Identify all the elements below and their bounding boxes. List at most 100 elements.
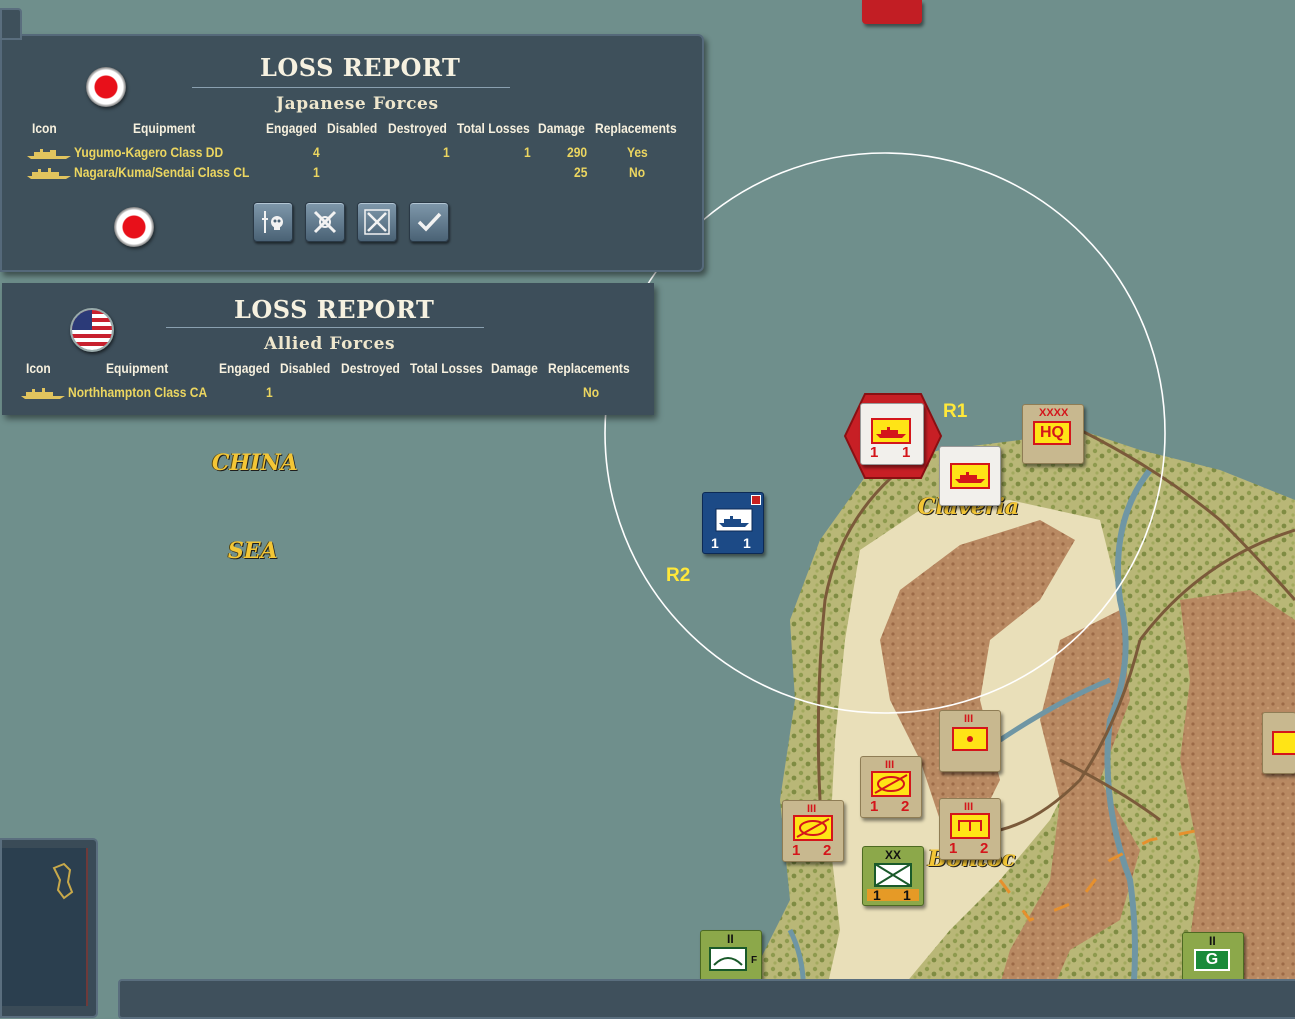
map-label-sea: SEA	[228, 538, 278, 564]
minimap-island-icon	[52, 862, 74, 900]
col-header-destroyed: Destroyed	[341, 360, 400, 376]
crossed-weapons-icon	[364, 209, 390, 235]
unit-size-marker: III	[964, 713, 974, 725]
unit-strength-right: 2	[980, 840, 989, 857]
col-header-equipment: Equipment	[106, 360, 169, 376]
japanese-loss-report-panel: LOSS REPORT Japanese Forces Icon Equipme…	[0, 34, 704, 272]
allied-naval-unit-counter[interactable]: 1 1	[702, 492, 764, 554]
japanese-regiment-counter[interactable]: III 1 2	[860, 756, 922, 818]
unit-strength-left: 1	[870, 444, 879, 461]
table-cell-replacements: No	[629, 164, 646, 180]
unit-size-marker: III	[807, 803, 817, 815]
unit-strength-right: 1	[902, 444, 911, 461]
col-header-total-losses: Total Losses	[410, 360, 483, 376]
table-cell-destroyed: 1	[443, 144, 450, 160]
warship-icon	[871, 418, 911, 444]
unit-strength-left: 1	[711, 535, 719, 551]
unit-size-marker: XXXX	[1039, 407, 1069, 419]
range-label-r2: R2	[666, 565, 691, 586]
skull-sword-icon	[262, 211, 283, 233]
japanese-naval-unit-counter[interactable]: 1 1	[860, 403, 924, 465]
unit-size-marker: III	[885, 759, 895, 771]
artillery-icon	[709, 947, 747, 971]
table-cell-equipment: Yugumo-Kagero Class DD	[74, 144, 224, 160]
title-divider	[192, 87, 510, 88]
unit-type-icon: G	[1194, 949, 1230, 971]
allied-loss-report-panel: LOSS REPORT Allied Forces Icon Equipment…	[2, 283, 654, 415]
col-header-damage: Damage	[491, 360, 538, 376]
table-cell-equipment: Nagara/Kuma/Sendai Class CL	[74, 164, 250, 180]
range-label-r1: R1	[943, 401, 968, 422]
enemy-unit-counter-top[interactable]	[862, 0, 922, 24]
col-header-icon: Icon	[32, 120, 57, 136]
window-edge-fragment	[0, 8, 22, 40]
unit-strength-left: 1	[870, 798, 879, 815]
table-cell-replacements: No	[583, 384, 600, 400]
table-cell-engaged: 4	[313, 144, 320, 160]
destroyer-ship-icon	[27, 149, 71, 159]
table-cell-damage: 25	[574, 164, 588, 180]
armor-icon	[871, 771, 911, 797]
infantry-icon	[874, 863, 912, 887]
table-cell-damage: 290	[567, 144, 588, 160]
map-label-china: CHINA	[212, 450, 298, 476]
col-header-damage: Damage	[538, 120, 585, 136]
japanese-regiment-counter[interactable]: III 1 2	[939, 798, 1001, 860]
unit-strength-left: 1	[873, 887, 881, 903]
hq-unit-counter[interactable]: XXXX HQ	[1022, 404, 1084, 464]
infantry-icon	[1272, 731, 1295, 755]
minimap-view[interactable]	[2, 848, 88, 1006]
col-header-disabled: Disabled	[280, 360, 331, 376]
col-header-total-losses: Total Losses	[457, 120, 530, 136]
crossed-swords-button[interactable]	[305, 202, 345, 242]
col-header-icon: Icon	[26, 360, 51, 376]
allied-battalion-counter[interactable]: II F	[700, 930, 762, 982]
table-cell-replacements: Yes	[627, 144, 648, 160]
japanese-regiment-counter[interactable]: III 1 2	[782, 800, 844, 862]
warship-icon	[950, 463, 990, 489]
unit-strength-left: 1	[792, 842, 801, 859]
japan-flag-icon	[114, 207, 154, 247]
japan-flag-icon	[86, 67, 126, 107]
checkmark-icon	[417, 212, 442, 232]
artillery-icon	[952, 727, 988, 751]
japanese-regiment-counter[interactable]: III	[939, 710, 1001, 772]
unit-size-marker: III	[964, 801, 974, 813]
warship-icon	[715, 508, 753, 532]
status-bar	[118, 979, 1295, 1019]
crossed-weapons-button[interactable]	[357, 202, 397, 242]
unit-size-marker: XX	[885, 848, 902, 862]
engineer-icon	[950, 813, 990, 839]
cruiser-ship-icon	[27, 168, 71, 179]
allied-battalion-counter[interactable]: II G	[1182, 932, 1244, 982]
col-header-destroyed: Destroyed	[388, 120, 447, 136]
col-header-replacements: Replacements	[548, 360, 630, 376]
japanese-unit-counter-edge[interactable]	[1262, 712, 1295, 774]
loss-report-title: LOSS REPORT	[234, 295, 435, 324]
unit-side-marker: F	[751, 955, 758, 966]
col-header-replacements: Replacements	[595, 120, 677, 136]
armor-icon	[793, 815, 833, 841]
col-header-disabled: Disabled	[327, 120, 378, 136]
loss-report-title: LOSS REPORT	[260, 53, 461, 82]
heavy-cruiser-ship-icon	[21, 388, 65, 399]
hq-icon: HQ	[1033, 421, 1071, 445]
col-header-engaged: Engaged	[266, 120, 317, 136]
confirm-button[interactable]	[409, 202, 449, 242]
skull-sword-button[interactable]	[253, 202, 293, 242]
allied-division-counter[interactable]: XX 1 1	[862, 846, 924, 906]
japanese-naval-unit-counter-2[interactable]	[939, 446, 1001, 506]
unit-strength-right: 1	[903, 887, 911, 903]
usa-flag-icon	[70, 308, 114, 352]
unit-strength-right: 2	[823, 842, 832, 859]
unit-strength-left: 1	[949, 840, 958, 857]
table-cell-equipment: Northhampton Class CA	[68, 384, 208, 400]
minimap-panel[interactable]	[0, 838, 98, 1018]
crossed-swords-icon	[313, 210, 337, 234]
unit-strength-right: 1	[743, 535, 751, 551]
unit-size-marker: II	[727, 932, 734, 946]
table-cell-engaged: 1	[313, 164, 320, 180]
col-header-equipment: Equipment	[133, 120, 196, 136]
table-cell-total-losses: 1	[524, 144, 531, 160]
col-header-engaged: Engaged	[219, 360, 270, 376]
